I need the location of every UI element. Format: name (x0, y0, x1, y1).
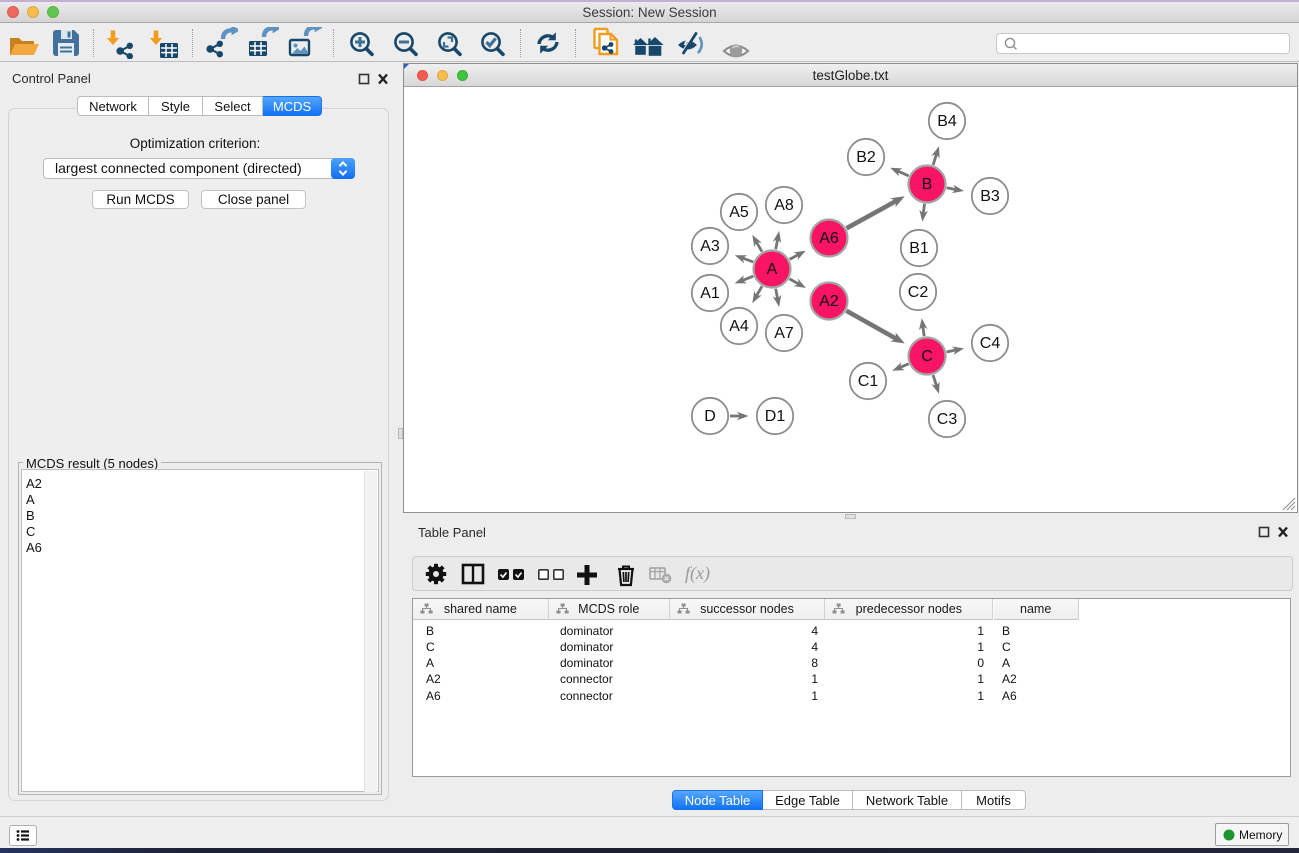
svg-text:A4: A4 (729, 318, 749, 335)
svg-text:A6: A6 (819, 230, 839, 247)
svg-text:B3: B3 (980, 188, 1000, 205)
svg-text:C1: C1 (858, 373, 879, 390)
svg-text:A1: A1 (700, 285, 720, 302)
svg-text:C: C (921, 348, 933, 365)
svg-text:A3: A3 (700, 238, 720, 255)
svg-text:A8: A8 (774, 197, 794, 214)
svg-text:B4: B4 (937, 113, 957, 130)
svg-text:B2: B2 (856, 149, 876, 166)
svg-text:B1: B1 (909, 240, 929, 257)
svg-text:A7: A7 (774, 325, 794, 342)
svg-text:C3: C3 (937, 411, 958, 428)
svg-text:D1: D1 (765, 408, 786, 425)
svg-text:C2: C2 (908, 284, 929, 301)
svg-text:D: D (704, 408, 716, 425)
svg-text:A: A (767, 261, 778, 278)
svg-text:A2: A2 (819, 293, 839, 310)
svg-text:B: B (922, 176, 933, 193)
svg-text:C4: C4 (980, 335, 1001, 352)
svg-text:A5: A5 (729, 204, 749, 221)
